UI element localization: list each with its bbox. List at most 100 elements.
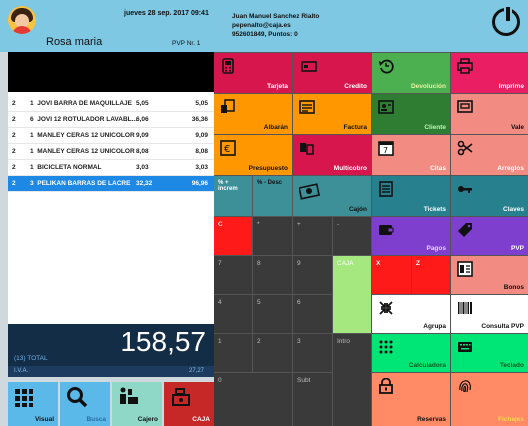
iva-value: 27,27 <box>188 368 204 374</box>
calculadora-button[interactable]: Calculadora <box>372 334 450 372</box>
key-8[interactable]: 8 <box>253 256 292 294</box>
x-report-label: X <box>376 260 381 267</box>
ticket-row-selected[interactable]: 2 3 PELIKAN BARRAS DE LACRE 32,32 96,96 <box>8 176 214 192</box>
reservas-button[interactable]: Reservas <box>372 373 450 426</box>
credito-label: Credito <box>344 83 367 90</box>
albaran-button[interactable]: Albarán <box>214 94 292 134</box>
key-1-label: 1 <box>218 338 222 345</box>
caja-button[interactable]: CAJA <box>164 382 214 426</box>
citas-label: Citas <box>430 165 446 172</box>
ticket-row[interactable]: 2 1 MANLEY CERAS 12 UNICOLOR 9,09 9,09 <box>8 128 214 144</box>
z-report-button[interactable]: Z <box>412 256 450 294</box>
multi-payment-icon <box>299 140 315 156</box>
calculadora-label: Calculadora <box>408 362 446 369</box>
presupuesto-button[interactable]: € Presupuesto <box>214 135 292 175</box>
discount-button[interactable]: % - Desc <box>253 176 292 216</box>
plus-key[interactable]: + <box>293 217 332 255</box>
claves-button[interactable]: Claves <box>451 176 528 216</box>
fichajes-button[interactable]: Fichajes <box>451 373 528 426</box>
albaran-label: Albarán <box>263 124 288 131</box>
power-icon[interactable] <box>492 5 520 36</box>
calendar-icon: 7 <box>378 140 394 156</box>
x-report-button[interactable]: X <box>372 256 411 294</box>
customer-email: pepenalto@caja.es <box>232 22 291 29</box>
key-4-label: 4 <box>218 299 222 306</box>
cajon-button[interactable]: Cajón <box>293 176 371 216</box>
ticket-row[interactable]: 2 1 BICICLETA NORMAL 3,03 3,03 <box>8 160 214 176</box>
key-0[interactable]: 0 <box>214 373 292 426</box>
grid-icon <box>14 388 34 408</box>
iva-label: I.V.A. <box>14 368 29 374</box>
z-report-label: Z <box>416 260 420 267</box>
key-2[interactable]: 2 <box>253 334 292 372</box>
factura-label: Factura <box>343 124 367 131</box>
cliente-button[interactable]: Cliente <box>372 94 450 134</box>
credito-button[interactable]: Credito <box>293 53 371 93</box>
customer-phone-points: 952601849, Puntos: 0 <box>232 31 298 38</box>
ticket-row[interactable]: 2 1 MANLEY CERAS 12 UNICOLOR 8,08 8,08 <box>8 144 214 160</box>
citas-button[interactable]: 7 Citas <box>372 135 450 175</box>
imprime-label: Imprime <box>498 83 524 90</box>
consulta-pvp-button[interactable]: Consulta PVP <box>451 295 528 333</box>
multicobro-button[interactable]: Multicobro <box>293 135 371 175</box>
tarjeta-button[interactable]: Tarjeta <box>214 53 292 93</box>
row-price: 32,32 <box>136 180 153 187</box>
caja-key[interactable]: CAJA <box>333 256 371 333</box>
ticket-row[interactable]: 2 1 JOVI BARRA DE MAQUILLAJE 5,05 5,05 <box>8 96 214 112</box>
pagos-button[interactable]: Pagos <box>372 217 450 255</box>
clear-key[interactable]: C <box>214 217 252 255</box>
subtotal-key[interactable]: Subt <box>293 373 332 426</box>
minus-key[interactable]: - <box>333 217 371 255</box>
vale-button[interactable]: Vale <box>451 94 528 134</box>
key-1[interactable]: 1 <box>214 334 252 372</box>
ticket-row[interactable]: 2 6 JOVI 12 ROTULADOR LAVABL... 6,06 36,… <box>8 112 214 128</box>
row-name: 6 JOVI 12 ROTULADOR LAVABL... <box>30 116 138 123</box>
scissors-icon <box>457 140 473 156</box>
display-bar <box>8 52 214 92</box>
visual-button[interactable]: Visual <box>8 382 58 426</box>
fingerprint-icon <box>457 378 473 394</box>
row-total: 96,96 <box>191 180 208 187</box>
user-name: Rosa maria <box>46 36 103 48</box>
total-amount: 158,57 <box>120 326 206 357</box>
teclado-button[interactable]: Teclado <box>451 334 528 372</box>
printer-icon <box>457 58 473 74</box>
tarjeta-label: Tarjeta <box>267 83 288 90</box>
bonos-button[interactable]: Bonos <box>451 256 528 294</box>
tickets-icon <box>378 181 394 197</box>
imprime-button[interactable]: Imprime <box>451 53 528 93</box>
key-3[interactable]: 3 <box>293 334 332 372</box>
agrupa-button[interactable]: Agrupa <box>372 295 450 333</box>
factura-button[interactable]: Factura <box>293 94 371 134</box>
teclado-label: Teclado <box>499 362 524 369</box>
header-bar: jueves 28 sep. 2017 09:41 Rosa maria PVP… <box>0 0 528 52</box>
pvp-label: PVP <box>510 245 524 252</box>
search-button[interactable]: Busca <box>60 382 110 426</box>
cashier-button[interactable]: Cajero <box>112 382 162 426</box>
row-col: 2 <box>12 100 16 107</box>
tickets-button[interactable]: Tickets <box>372 176 450 216</box>
key-6[interactable]: 6 <box>293 295 332 333</box>
key-6-label: 6 <box>297 299 301 306</box>
increment-button[interactable]: % + increm <box>214 176 252 216</box>
consulta-pvp-label: Consulta PVP <box>481 323 524 330</box>
multicobro-label: Multicobro <box>333 165 367 172</box>
pvp-button[interactable]: PVP <box>451 217 528 255</box>
asterisk-key[interactable]: * <box>253 217 292 255</box>
intro-key[interactable]: Intro <box>333 334 371 426</box>
key-7[interactable]: 7 <box>214 256 252 294</box>
key-5[interactable]: 5 <box>253 295 292 333</box>
row-name: 3 PELIKAN BARRAS DE LACRE <box>30 180 131 187</box>
group-arrows-icon <box>378 300 394 316</box>
arreglos-button[interactable]: Arreglos <box>451 135 528 175</box>
cajon-label: Cajón <box>348 206 367 213</box>
cashier-label: Cajero <box>137 416 158 423</box>
key-4[interactable]: 4 <box>214 295 252 333</box>
ticket-list[interactable]: 2 1 JOVI BARRA DE MAQUILLAJE 5,05 5,05 2… <box>8 92 214 324</box>
bottom-toolbar: Visual Busca Cajero CAJA <box>8 382 214 426</box>
key-9[interactable]: 9 <box>293 256 332 294</box>
devolucion-button[interactable]: Devolución <box>372 53 450 93</box>
user-avatar[interactable] <box>8 6 36 34</box>
pagos-label: Pagos <box>426 245 446 252</box>
cashier-icon <box>118 386 140 408</box>
